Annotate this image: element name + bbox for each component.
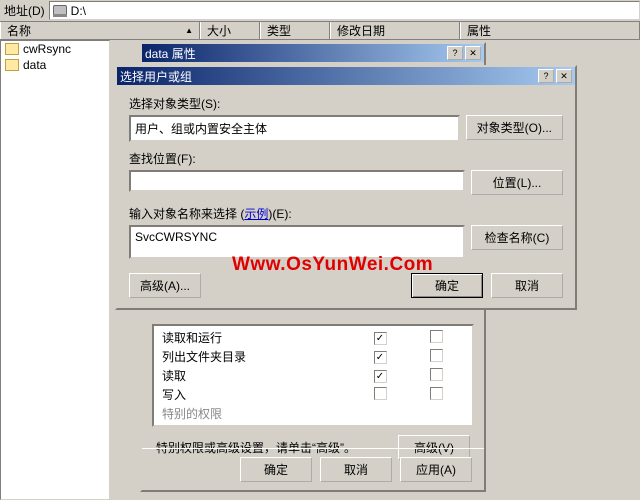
allow-checkbox[interactable]	[374, 370, 387, 383]
column-headers: 名称▲ 大小 类型 修改日期 属性	[0, 22, 640, 40]
select-dialog-titlebar[interactable]: 选择用户或组 ? ✕	[117, 67, 575, 85]
help-icon[interactable]: ?	[538, 69, 554, 83]
cancel-button[interactable]: 取消	[320, 457, 392, 482]
ok-button[interactable]: 确定	[411, 273, 483, 298]
cancel-button[interactable]: 取消	[491, 273, 563, 298]
advanced-button[interactable]: 高级(A)...	[129, 273, 201, 298]
col-type[interactable]: 类型	[260, 22, 330, 39]
deny-checkbox[interactable]	[430, 387, 443, 400]
address-bar: 地址(D) D:\	[0, 0, 640, 22]
close-icon[interactable]: ✕	[465, 46, 481, 60]
example-link[interactable]: 示例	[244, 207, 268, 221]
help-icon[interactable]: ?	[447, 46, 463, 60]
address-value: D:\	[71, 4, 86, 18]
perm-row[interactable]: 写入	[154, 385, 472, 404]
folder-icon	[5, 59, 19, 71]
close-icon[interactable]: ✕	[556, 69, 572, 83]
file-list[interactable]: cwRsync data	[0, 40, 110, 500]
allow-checkbox[interactable]	[374, 351, 387, 364]
perm-row[interactable]: 读取和运行	[154, 328, 472, 347]
list-item[interactable]: data	[1, 57, 109, 73]
object-names-input[interactable]	[129, 225, 465, 259]
col-size[interactable]: 大小	[200, 22, 260, 39]
deny-checkbox[interactable]	[430, 330, 443, 343]
drive-icon	[53, 5, 67, 17]
select-user-dialog: 选择用户或组 ? ✕ 选择对象类型(S): 用户、组或内置安全主体 对象类型(O…	[115, 65, 577, 310]
col-name[interactable]: 名称▲	[0, 22, 200, 39]
sort-asc-icon: ▲	[185, 26, 193, 35]
deny-checkbox[interactable]	[430, 349, 443, 362]
address-label: 地址(D)	[0, 0, 49, 21]
folder-icon	[5, 43, 19, 55]
permissions-list: 读取和运行 列出文件夹目录 读取 写入 特别的权限	[152, 324, 474, 427]
address-field[interactable]: D:\	[49, 1, 640, 20]
dialog-title: data 属性	[145, 45, 445, 62]
allow-checkbox[interactable]	[374, 332, 387, 345]
col-modified[interactable]: 修改日期	[330, 22, 460, 39]
properties-titlebar[interactable]: data 属性 ? ✕	[142, 44, 484, 62]
list-item[interactable]: cwRsync	[1, 41, 109, 57]
perm-row[interactable]: 特别的权限	[154, 404, 472, 423]
deny-checkbox[interactable]	[430, 368, 443, 381]
object-type-field: 用户、组或内置安全主体	[129, 115, 460, 142]
dialog-title: 选择用户或组	[120, 68, 536, 85]
allow-checkbox[interactable]	[374, 387, 387, 400]
object-types-button[interactable]: 对象类型(O)...	[466, 115, 563, 140]
perm-row[interactable]: 列出文件夹目录	[154, 347, 472, 366]
location-field	[129, 170, 465, 192]
names-label: 输入对象名称来选择 (示例)(E):	[129, 205, 563, 222]
check-names-button[interactable]: 检查名称(C)	[471, 225, 563, 250]
location-label: 查找位置(F):	[129, 150, 563, 167]
object-type-label: 选择对象类型(S):	[129, 95, 563, 112]
ok-button[interactable]: 确定	[240, 457, 312, 482]
apply-button[interactable]: 应用(A)	[400, 457, 472, 482]
col-attrs[interactable]: 属性	[460, 22, 640, 39]
perm-row[interactable]: 读取	[154, 366, 472, 385]
locations-button[interactable]: 位置(L)...	[471, 170, 563, 195]
